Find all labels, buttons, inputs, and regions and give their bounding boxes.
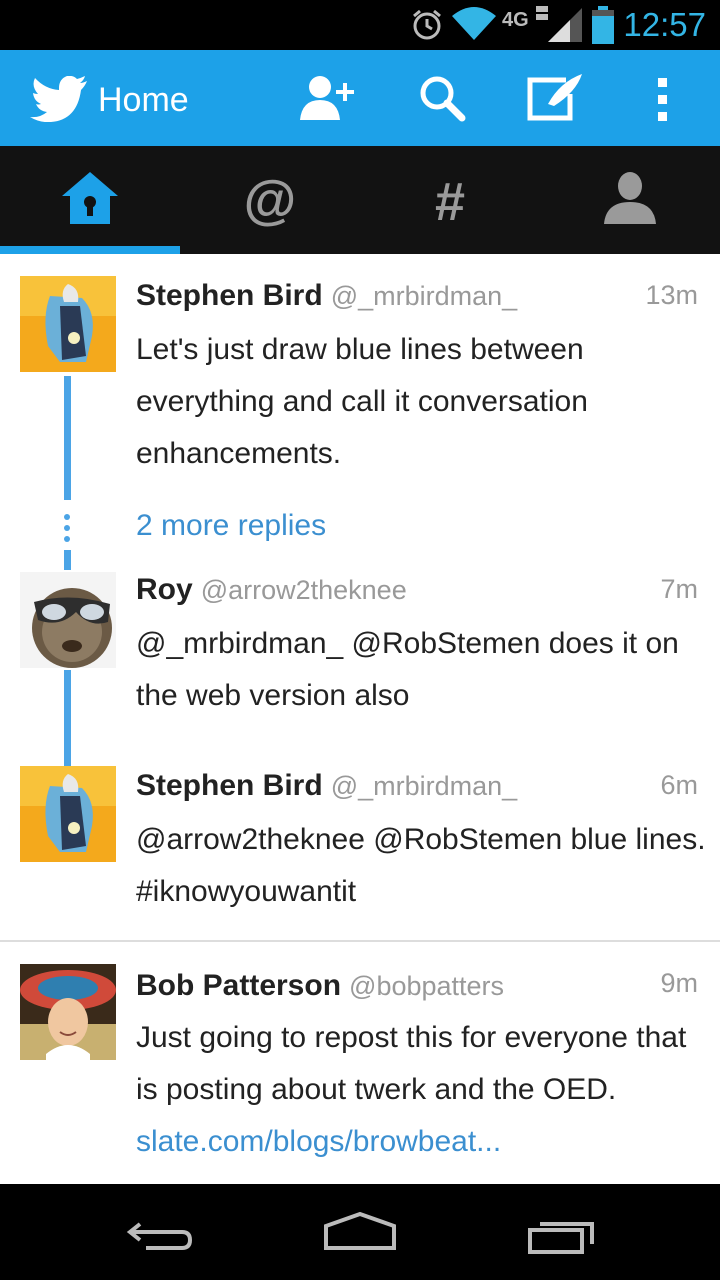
add-user-icon[interactable] <box>300 74 356 122</box>
avatar[interactable] <box>20 572 116 668</box>
tab-profile[interactable] <box>540 146 720 254</box>
avatar[interactable] <box>20 766 116 862</box>
tweet-text: Just going to repost this for everyone t… <box>136 1012 706 1168</box>
tab-bar: @ # <box>0 146 720 254</box>
tab-selected-indicator <box>0 246 180 254</box>
mentions-icon: @ <box>244 170 297 230</box>
tweet-author[interactable]: Stephen Bird @_mrbirdman_ <box>136 278 517 314</box>
alarm-icon <box>413 9 441 40</box>
tweet-author[interactable]: Bob Patterson @bobpatters <box>136 968 504 1004</box>
home-nav-icon[interactable] <box>322 1212 398 1252</box>
status-bar: 4G 12:57 <box>0 0 720 50</box>
tweet-divider <box>0 940 720 942</box>
tweet-link[interactable]: slate.com/blogs/browbeat... <box>136 1125 501 1158</box>
network-4g-lte-icon: 4G <box>502 6 548 31</box>
search-icon[interactable] <box>418 74 466 122</box>
overflow-menu-icon[interactable] <box>656 78 670 122</box>
compose-icon[interactable] <box>526 72 584 122</box>
conversation-thread-line <box>64 550 71 570</box>
tweet-time: 7m <box>660 574 698 604</box>
author-handle: @_mrbirdman_ <box>330 771 518 801</box>
tweet-time: 6m <box>660 770 698 800</box>
author-name: Stephen Bird <box>136 279 323 312</box>
tab-discover[interactable]: # <box>360 146 540 254</box>
mentions-label: @ <box>244 170 297 230</box>
tweet-time: 9m <box>660 968 698 998</box>
tweet-author[interactable]: Roy @arrow2theknee <box>136 572 407 608</box>
home-icon <box>62 172 118 224</box>
author-name: Stephen Bird <box>136 769 323 802</box>
author-name: Bob Patterson <box>136 969 342 1002</box>
tweet-text: Let's just draw blue lines between every… <box>136 333 588 470</box>
tweet-text-body: Just going to repost this for everyone t… <box>136 1021 687 1106</box>
tab-home[interactable] <box>0 146 180 254</box>
recents-icon[interactable] <box>526 1216 598 1256</box>
signal-icon <box>548 8 582 42</box>
timeline[interactable]: Stephen Bird @_mrbirdman_ 13m Let's just … <box>0 254 720 1184</box>
wifi-icon <box>452 7 496 40</box>
more-replies-link[interactable]: 2 more replies <box>136 506 326 546</box>
author-handle: @arrow2theknee <box>200 575 407 605</box>
author-handle: @bobpatters <box>349 971 505 1001</box>
tweet-text: @_mrbirdman_ @RobStemen does it on the w… <box>136 627 679 712</box>
author-handle: @_mrbirdman_ <box>330 281 518 311</box>
back-icon[interactable] <box>126 1218 194 1252</box>
more-replies-dots-icon <box>64 514 71 547</box>
avatar[interactable] <box>20 964 116 1060</box>
action-bar: Home <box>0 50 720 146</box>
conversation-thread-line <box>64 670 71 766</box>
tweet-text: @arrow2theknee @RobStemen blue lines. #i… <box>136 823 706 908</box>
author-name: Roy <box>136 573 193 606</box>
profile-icon <box>604 172 656 224</box>
action-bar-title: Home <box>98 81 189 119</box>
battery-icon <box>592 6 614 44</box>
discover-icon: # <box>435 172 465 230</box>
discover-label: # <box>435 172 465 230</box>
conversation-thread-line <box>64 376 71 500</box>
svg-text:4G: 4G <box>502 9 529 31</box>
tweet-author[interactable]: Stephen Bird @_mrbirdman_ <box>136 768 517 804</box>
tab-mentions[interactable]: @ <box>180 146 360 254</box>
twitter-bird-icon[interactable] <box>30 76 88 122</box>
avatar[interactable] <box>20 276 116 372</box>
navigation-bar <box>0 1184 720 1280</box>
tweet-time: 13m <box>645 280 698 310</box>
status-clock: 12:57 <box>623 6 706 43</box>
